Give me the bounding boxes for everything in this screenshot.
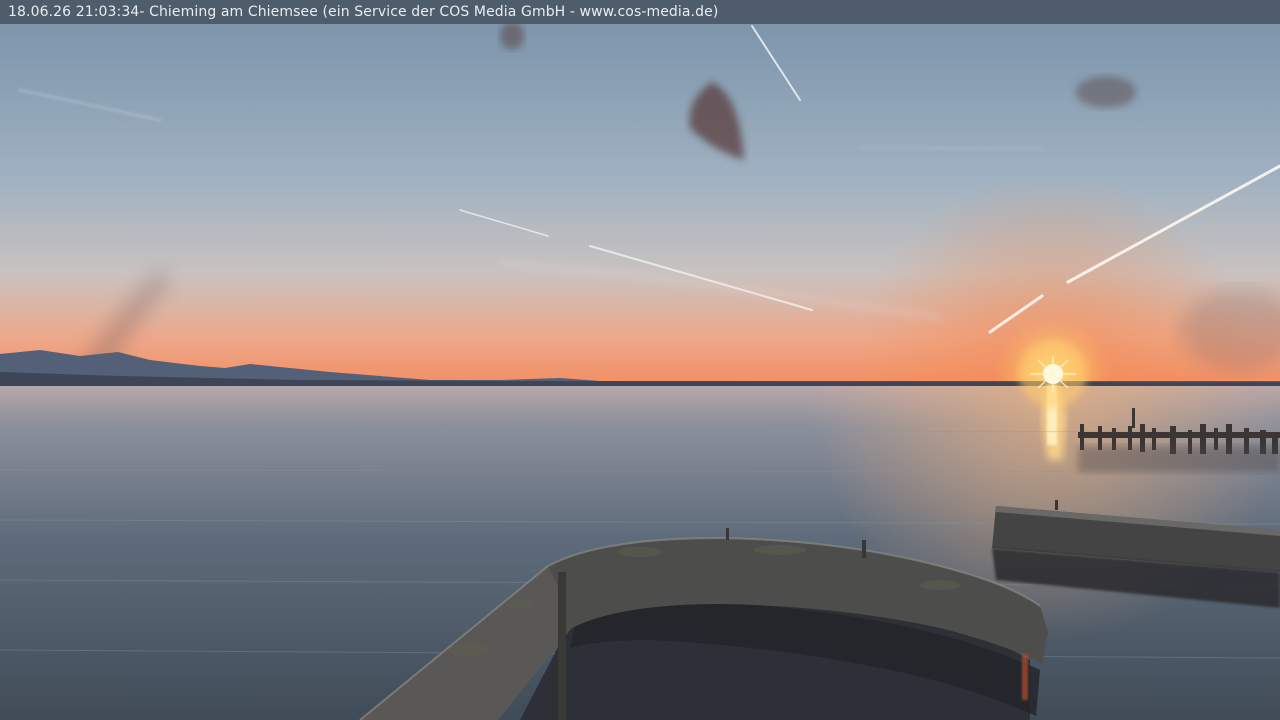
caption-location: - Chieming am Chiemsee (ein Service der … [139, 4, 719, 20]
lake-sunset-scene [0, 0, 1280, 720]
caption-datetime: 18.06.26 21:03:34 [8, 4, 140, 20]
webcam-frame: 18.06.26 21:03:34 - Chieming am Chiemsee… [0, 0, 1280, 720]
webcam-caption-bar: 18.06.26 21:03:34 - Chieming am Chiemsee… [0, 0, 1280, 24]
